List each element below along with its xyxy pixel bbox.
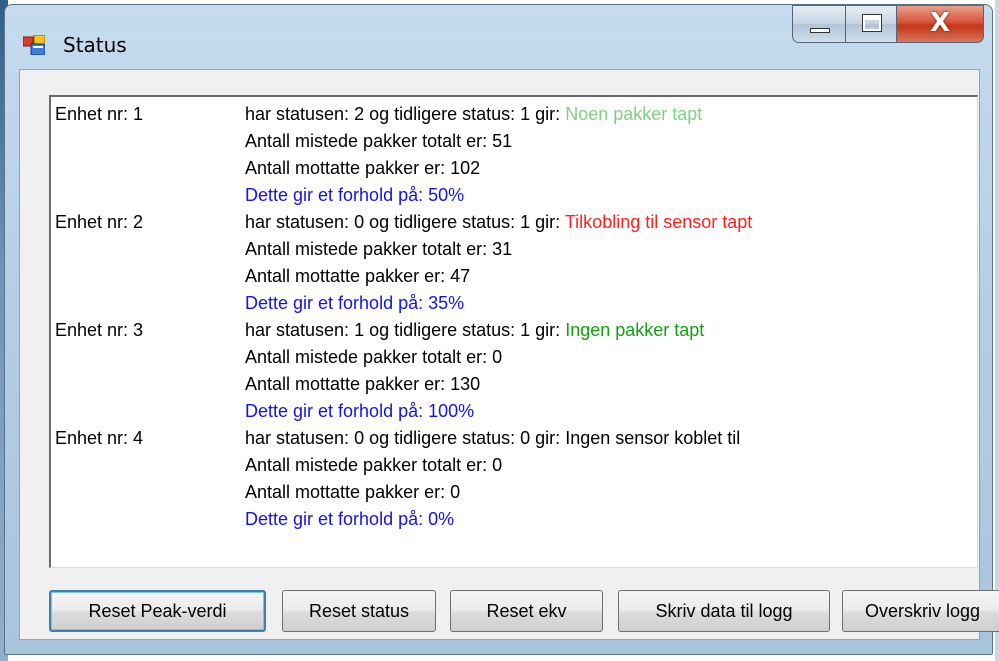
unit-label: Enhet nr: 4: [55, 428, 144, 448]
status-prefix: har statusen: 2 og tidligere status: 1 g…: [245, 104, 566, 124]
status-result: Ingen pakker tapt: [565, 320, 705, 340]
status-prefix: har statusen: 0 og tidligere status: 0 g…: [245, 428, 566, 448]
window-client-area: Enhet nr: 1 har statusen: 2 og tidligere …: [19, 69, 999, 640]
overwrite-log-button[interactable]: Overskriv logg: [842, 590, 999, 632]
close-button[interactable]: X: [896, 5, 984, 43]
received-packets-line: Antall mottatte pakker er: 47: [245, 266, 471, 286]
status-prefix: har statusen: 0 og tidligere status: 1 g…: [245, 212, 565, 232]
ratio-line: Dette gir et forhold på: 35%: [245, 293, 465, 313]
reset-status-button[interactable]: Reset status: [282, 590, 436, 632]
write-log-button[interactable]: Skriv data til logg: [618, 590, 830, 632]
status-window: Status X Enhet nr: 1 har statusen: 2 og t…: [4, 4, 999, 655]
ratio-line: Dette gir et forhold på: 0%: [245, 509, 455, 529]
status-result: Ingen sensor koblet til: [565, 428, 741, 448]
reset-peak-button[interactable]: Reset Peak-verdi: [49, 590, 266, 632]
button-row: Reset Peak-verdi Reset status Reset ekv …: [49, 590, 999, 634]
unit-details: har statusen: 1 og tidligere status: 1 g…: [245, 317, 704, 425]
ratio-line: Dette gir et forhold på: 100%: [245, 401, 475, 421]
unit-details: har statusen: 2 og tidligere status: 1 g…: [245, 101, 702, 209]
received-packets-line: Antall mottatte pakker er: 130: [245, 374, 481, 394]
status-text-area[interactable]: Enhet nr: 1 har statusen: 2 og tidligere …: [49, 95, 978, 568]
lost-packets-line: Antall mistede pakker totalt er: 51: [245, 131, 513, 151]
status-line: har statusen: 0 og tidligere status: 1 g…: [245, 209, 752, 236]
close-icon: X: [929, 8, 951, 38]
window-title: Status: [63, 33, 127, 57]
maximize-button[interactable]: [845, 5, 897, 43]
received-packets-line: Antall mottatte pakker er: 0: [245, 482, 461, 502]
received-packets-line: Antall mottatte pakker er: 102: [245, 158, 481, 178]
reset-ekv-button[interactable]: Reset ekv: [450, 590, 603, 632]
maximize-icon: [862, 14, 882, 32]
unit-details: har statusen: 0 og tidligere status: 1 g…: [245, 209, 752, 317]
desktop-background-right: [995, 0, 999, 661]
status-result: Tilkobling til sensor tapt: [564, 212, 753, 232]
lost-packets-line: Antall mistede pakker totalt er: 31: [245, 239, 513, 259]
ratio-line: Dette gir et forhold på: 50%: [245, 185, 465, 205]
minimize-button[interactable]: [792, 5, 846, 43]
status-line: har statusen: 2 og tidligere status: 1 g…: [245, 101, 702, 128]
minimize-icon: [810, 28, 830, 33]
status-prefix: har statusen: 1 og tidligere status: 1 g…: [245, 320, 566, 340]
unit-label: Enhet nr: 3: [55, 320, 144, 340]
unit-details: har statusen: 0 og tidligere status: 0 g…: [245, 425, 740, 533]
lost-packets-line: Antall mistede pakker totalt er: 0: [245, 347, 503, 367]
unit-label: Enhet nr: 1: [55, 104, 144, 124]
status-line: har statusen: 1 og tidligere status: 1 g…: [245, 317, 704, 344]
unit-label: Enhet nr: 2: [55, 212, 144, 232]
status-line: har statusen: 0 og tidligere status: 0 g…: [245, 425, 740, 452]
lost-packets-line: Antall mistede pakker totalt er: 0: [245, 455, 503, 475]
app-window-icon: [23, 35, 45, 55]
status-result: Noen pakker tapt: [565, 104, 703, 124]
